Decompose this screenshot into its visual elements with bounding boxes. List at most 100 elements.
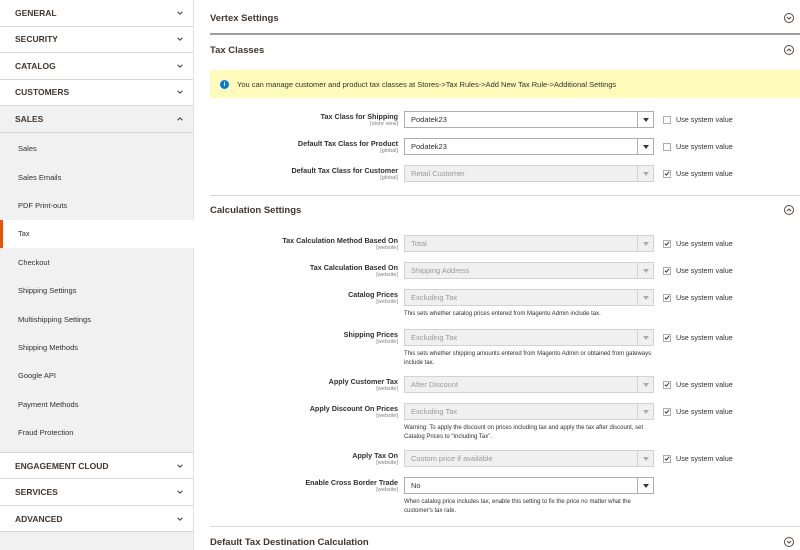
field-catalog-prices-use-system[interactable]: Use system value	[663, 293, 733, 302]
field-tax-calculation-based-on-use-system[interactable]: Use system value	[663, 266, 733, 275]
sidebar-item-fraud-protection[interactable]: Fraud Protection	[0, 418, 193, 446]
sidebar-item-shipping-settings[interactable]: Shipping Settings	[0, 276, 193, 304]
divider	[210, 33, 800, 35]
sidebar-section-advanced[interactable]: ADVANCED	[0, 505, 193, 533]
sidebar-section-sales[interactable]: SALES	[0, 106, 193, 133]
checkbox[interactable]	[663, 333, 671, 342]
sidebar-item-tax[interactable]: Tax	[0, 219, 194, 249]
dropdown-arrow-icon	[637, 377, 653, 392]
field-default-tax-class-for-customer-select: Retail Customer	[404, 165, 654, 182]
checkbox-label: Use system value	[676, 239, 733, 248]
field-apply-tax-on-use-system[interactable]: Use system value	[663, 454, 733, 463]
field-label-text: Apply Discount On Prices	[309, 404, 398, 413]
checkbox[interactable]	[663, 239, 671, 248]
sidebar-item-sales[interactable]: Sales	[0, 135, 193, 163]
dropdown-arrow-icon	[637, 166, 653, 181]
chevron-down-icon	[175, 61, 185, 71]
expand-icon	[784, 13, 794, 23]
config-main: Vertex Settings Tax Classes i You can ma…	[210, 0, 800, 550]
field-apply-discount-on-prices-use-system[interactable]: Use system value	[663, 407, 733, 416]
chevron-up-icon	[175, 114, 185, 124]
sidebar-section-label: SERVICES	[15, 487, 58, 498]
sidebar-item-sales-emails[interactable]: Sales Emails	[0, 163, 193, 191]
group-title: Default Tax Destination Calculation	[210, 536, 369, 548]
checkbox[interactable]	[663, 454, 671, 463]
field-tax-class-for-shipping-use-system[interactable]: Use system value	[663, 115, 733, 124]
field-default-tax-class-for-product-select[interactable]: Podatek23	[404, 138, 654, 155]
checkbox[interactable]	[663, 115, 671, 124]
field-enable-cross-border-trade-select[interactable]: No	[404, 477, 654, 494]
checkbox[interactable]	[663, 142, 671, 151]
field-default-tax-class-for-product-use-system[interactable]: Use system value	[663, 142, 733, 151]
collapse-icon	[784, 205, 794, 215]
sidebar-item-multishipping-settings[interactable]: Multishipping Settings	[0, 305, 193, 333]
sidebar-section-customers[interactable]: CUSTOMERS	[0, 79, 193, 106]
field-scope: [website]	[376, 487, 398, 493]
sidebar-section-general[interactable]: GENERAL	[0, 0, 193, 27]
sidebar-section-catalog[interactable]: CATALOG	[0, 53, 193, 80]
field-label-text: Catalog Prices	[348, 290, 398, 299]
sidebar-item-shipping-methods[interactable]: Shipping Methods	[0, 333, 193, 361]
chevron-down-icon	[175, 461, 185, 471]
field-apply-tax-on-label: Apply Tax On [website]	[210, 451, 398, 467]
field-shipping-prices-use-system[interactable]: Use system value	[663, 333, 733, 342]
field-label-text: Tax Calculation Based On	[309, 263, 398, 272]
field-apply-tax-on-select: Custom price if available	[404, 450, 654, 467]
field-apply-customer-tax-select: After Discount	[404, 376, 654, 393]
sidebar-section-label: ADVANCED	[15, 513, 63, 524]
sidebar-section-security[interactable]: SECURITY	[0, 26, 193, 53]
sidebar-section-label: SECURITY	[15, 34, 58, 45]
select-value: Custom price if available	[411, 454, 493, 463]
field-catalog-prices-label: Catalog Prices [website]	[210, 290, 398, 306]
checkbox-label: Use system value	[676, 407, 733, 416]
sidebar-item-checkout[interactable]: Checkout	[0, 248, 193, 276]
field-scope: [global]	[380, 148, 398, 154]
group-header-destination[interactable]: Default Tax Destination Calculation	[210, 528, 800, 550]
chevron-down-icon	[175, 514, 185, 524]
field-apply-customer-tax-label: Apply Customer Tax [website]	[210, 377, 398, 393]
group-header-tax-classes[interactable]: Tax Classes	[210, 36, 800, 64]
field-tax-class-for-shipping-label: Tax Class for Shipping [store view]	[210, 112, 398, 128]
group-header-vertex[interactable]: Vertex Settings	[210, 4, 800, 32]
config-sidebar: GENERAL SECURITY CATALOG CUSTOMERS SALES…	[0, 0, 194, 550]
sidebar-section-label: ENGAGEMENT CLOUD	[15, 460, 109, 471]
field-scope: [global]	[380, 175, 398, 181]
field-tax-class-for-shipping-select[interactable]: Podatek23	[404, 111, 654, 128]
field-apply-discount-on-prices-label: Apply Discount On Prices [website]	[210, 404, 398, 420]
field-label-text: Tax Calculation Method Based On	[282, 236, 398, 245]
checkbox[interactable]	[663, 293, 671, 302]
select-value: Retail Customer	[411, 169, 465, 178]
field-default-tax-class-for-customer-use-system[interactable]: Use system value	[663, 169, 733, 178]
checkbox-label: Use system value	[676, 169, 733, 178]
group-header-calculation[interactable]: Calculation Settings	[210, 196, 800, 224]
checkbox-label: Use system value	[676, 454, 733, 463]
select-value: Podatek23	[411, 115, 447, 124]
info-notice: i You can manage customer and product ta…	[210, 70, 800, 98]
sidebar-item-payment-methods[interactable]: Payment Methods	[0, 390, 193, 418]
group-title: Vertex Settings	[210, 12, 279, 24]
sidebar-item-pdf-printouts[interactable]: PDF Print-outs	[0, 191, 193, 219]
dropdown-arrow-icon	[637, 112, 653, 127]
checkbox[interactable]	[663, 266, 671, 275]
dropdown-arrow-icon	[637, 404, 653, 419]
select-value: Excluding Tax	[411, 293, 458, 302]
chevron-down-icon	[175, 34, 185, 44]
field-scope: [website]	[376, 413, 398, 419]
collapse-icon	[784, 45, 794, 55]
dropdown-arrow-icon	[637, 478, 653, 493]
notice-text: You can manage customer and product tax …	[237, 79, 617, 89]
field-label-text: Default Tax Class for Customer	[291, 166, 398, 175]
field-tax-calculation-method-based-on-select: Total	[404, 235, 654, 252]
field-apply-customer-tax-use-system[interactable]: Use system value	[663, 380, 733, 389]
sidebar-section-services[interactable]: SERVICES	[0, 479, 193, 506]
checkbox[interactable]	[663, 169, 671, 178]
info-icon: i	[220, 79, 229, 89]
checkbox-label: Use system value	[676, 293, 733, 302]
checkbox[interactable]	[663, 407, 671, 416]
checkbox[interactable]	[663, 380, 671, 389]
field-scope: [website]	[376, 460, 398, 466]
field-tax-calculation-method-based-on-use-system[interactable]: Use system value	[663, 239, 733, 248]
field-label-text: Apply Customer Tax	[328, 377, 398, 386]
sidebar-section-engagement-cloud[interactable]: ENGAGEMENT CLOUD	[0, 452, 193, 480]
sidebar-item-google-api[interactable]: Google API	[0, 362, 193, 390]
